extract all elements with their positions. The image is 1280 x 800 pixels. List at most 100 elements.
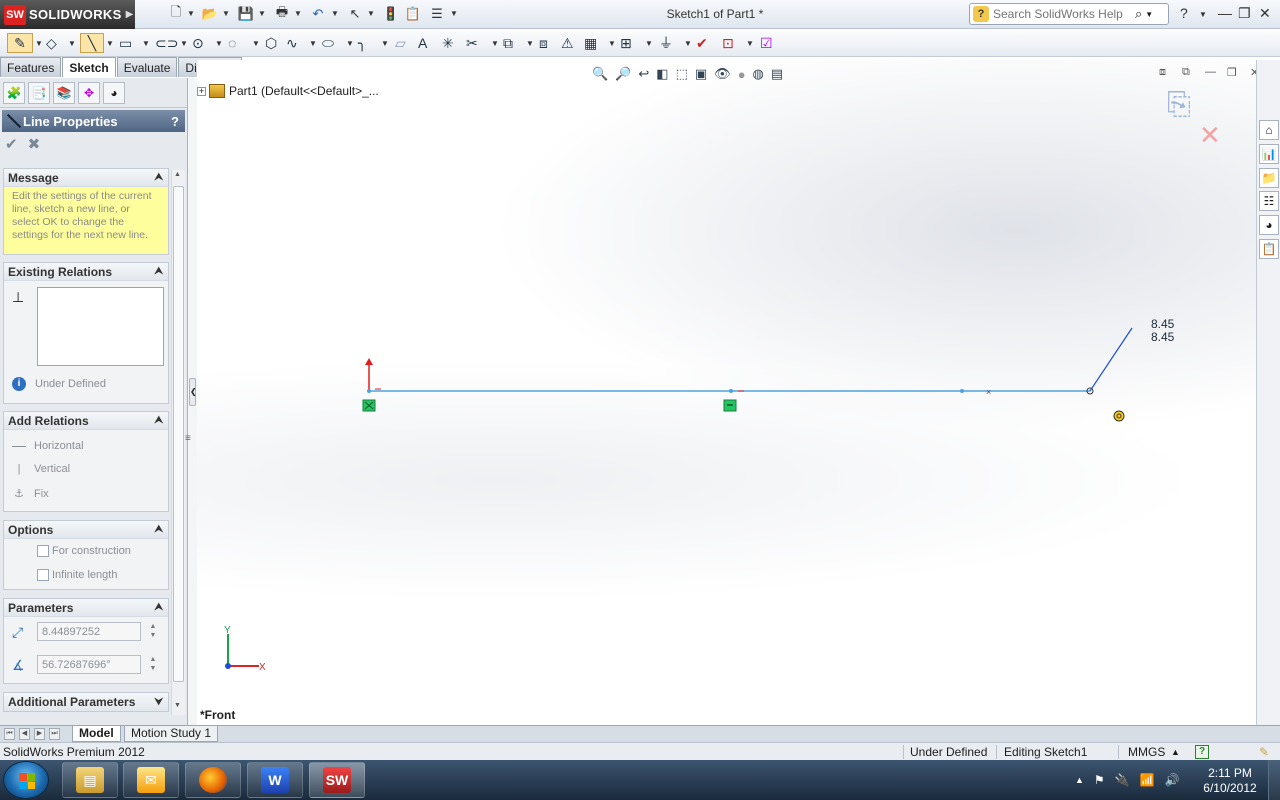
tab-evaluate[interactable]: Evaluate <box>116 57 178 77</box>
relation-horizontal[interactable]: Horizontal <box>12 440 84 452</box>
tab-model[interactable]: Model <box>72 726 121 742</box>
save-icon[interactable]: 💾 <box>237 5 255 23</box>
ellipse-dropdown-icon[interactable]: ▼ <box>344 33 354 53</box>
rebuild-traffic-light-icon[interactable]: 🚦 <box>382 5 400 23</box>
angle-field[interactable]: 56.72687696° <box>37 655 141 674</box>
help-search-box[interactable]: ? ⌕ ▼ <box>969 3 1169 25</box>
first-tab-icon[interactable]: ⏮ <box>4 728 15 740</box>
collapse-chevron-icon[interactable]: ⮝ <box>155 602 164 613</box>
power-icon[interactable]: 🔌 <box>1115 773 1130 787</box>
show-hidden-icons-icon[interactable]: ▲ <box>1075 775 1084 785</box>
panel-splitter[interactable]: ❮ ≡ <box>185 78 197 725</box>
open-folder-icon[interactable]: 📂 <box>201 5 219 23</box>
close-icon[interactable]: ✕ <box>1259 5 1271 22</box>
polygon-tool-icon[interactable]: ⬡ <box>265 33 277 53</box>
property-manager-icon[interactable]: 📑 <box>28 81 50 104</box>
action-center-flag-icon[interactable]: ⚑ <box>1094 773 1105 787</box>
convert-entities-icon[interactable]: ⧉ <box>503 33 513 53</box>
print-icon[interactable]: 🖶 <box>273 4 291 23</box>
existing-relations-list[interactable] <box>37 287 164 366</box>
tab-sketch[interactable]: Sketch <box>62 57 116 77</box>
undo-icon[interactable]: ↶ <box>309 5 327 23</box>
new-document-icon[interactable]: 🗋 <box>167 4 185 23</box>
search-icon[interactable]: ⌕ <box>1135 6 1142 22</box>
ellipse-tool-icon[interactable]: ⬭ <box>322 33 334 53</box>
mirror-entities-icon[interactable]: ⚠ <box>561 33 574 53</box>
last-tab-icon[interactable]: ⏭ <box>49 728 60 740</box>
start-button[interactable] <box>3 761 49 799</box>
undo-dropdown-icon[interactable]: ▼ <box>331 9 339 18</box>
additional-parameters-group[interactable]: Additional Parameters ⮟ <box>3 692 169 712</box>
taskbar-word[interactable]: W <box>247 762 303 798</box>
relation-fix[interactable]: ⚓ Fix <box>12 487 49 500</box>
custom-properties-icon[interactable]: 📋 <box>1259 239 1279 259</box>
repair-sketch-icon[interactable]: ✔ <box>696 33 708 53</box>
unit-system[interactable]: MMGS <box>1128 745 1165 759</box>
pm-help-button[interactable]: ? <box>171 114 179 129</box>
add-relations-header[interactable]: Add Relations ⮝ <box>4 412 168 430</box>
existing-relations-header[interactable]: Existing Relations ⮝ <box>4 263 168 281</box>
splitter-grip-icon[interactable]: ≡ <box>185 433 191 444</box>
help-dropdown-icon[interactable]: ▼ <box>1199 10 1207 19</box>
select-dropdown-icon[interactable]: ▼ <box>367 9 375 18</box>
cancel-x-icon[interactable]: ✖ <box>28 135 41 153</box>
slot-dropdown-icon[interactable]: ▼ <box>178 33 188 53</box>
quick-snaps-icon[interactable]: ⊡ <box>722 33 734 53</box>
options-icon[interactable]: ☰ <box>428 5 446 23</box>
slot-tool-icon[interactable]: ⊂⊃ <box>155 33 178 53</box>
options-dropdown-icon[interactable]: ▼ <box>450 9 458 18</box>
snaps-dropdown-icon[interactable]: ▼ <box>744 33 754 53</box>
file-properties-icon[interactable]: 📋 <box>404 5 422 23</box>
additional-parameters-header[interactable]: Additional Parameters ⮟ <box>4 693 168 711</box>
options-header[interactable]: Options ⮝ <box>4 521 168 539</box>
line-point[interactable] <box>960 389 964 393</box>
for-construction-checkbox[interactable] <box>37 545 49 558</box>
solidworks-menu-button[interactable]: SW SOLIDWORKS ▶ <box>0 0 135 29</box>
minimize-icon[interactable]: — <box>1218 5 1232 21</box>
trim-entities-icon[interactable]: ✂ <box>466 33 478 53</box>
linear-pattern-icon[interactable]: ▦ <box>584 33 597 53</box>
display-manager-icon[interactable]: ◕ <box>103 81 125 104</box>
solidworks-resources-icon[interactable]: ⌂ <box>1259 120 1279 140</box>
search-results-icon[interactable]: ☷ <box>1259 191 1279 211</box>
line-dropdown-icon[interactable]: ▼ <box>104 33 114 53</box>
taskbar-solidworks[interactable]: SW <box>309 762 365 798</box>
new-dropdown-icon[interactable]: ▼ <box>187 9 195 18</box>
trim-dropdown-icon[interactable]: ▼ <box>489 33 499 53</box>
save-dropdown-icon[interactable]: ▼ <box>258 9 266 18</box>
for-construction-option[interactable]: For construction <box>37 545 131 558</box>
network-signal-icon[interactable]: 📶 <box>1140 773 1155 787</box>
panel-scrollbar[interactable]: ▲ ▼ <box>171 170 185 715</box>
sketch-dropdown-icon[interactable]: ▼ <box>33 33 43 53</box>
sketch-icon[interactable]: ✎ <box>7 33 33 53</box>
open-dropdown-icon[interactable]: ▼ <box>222 9 230 18</box>
units-menu-icon[interactable]: ▲ <box>1171 747 1180 757</box>
arc-dropdown-icon[interactable]: ▼ <box>250 33 260 53</box>
relations-dropdown-icon[interactable]: ▼ <box>682 33 692 53</box>
infinite-length-option[interactable]: Infinite length <box>37 569 117 582</box>
length-spinner[interactable]: ▲ ▼ <box>146 622 160 641</box>
point-tool-icon[interactable]: ✳ <box>442 33 454 53</box>
display-relations-icon[interactable]: ⏚ <box>659 33 673 53</box>
cancel-sketch-icon[interactable]: ✕ <box>1199 120 1221 151</box>
smart-dimension-icon[interactable]: ◇ <box>46 33 57 53</box>
clock[interactable]: 2:11 PM 6/10/2012 <box>1195 766 1265 796</box>
scroll-thumb[interactable] <box>173 186 184 682</box>
quick-tips-button[interactable]: ? <box>1195 745 1209 759</box>
ok-check-icon[interactable]: ✔ <box>5 135 18 153</box>
plane-tool-icon[interactable]: ▱ <box>395 33 406 53</box>
message-group-header[interactable]: Message ⮝ <box>4 169 168 187</box>
fillet-dropdown-icon[interactable]: ▼ <box>379 33 389 53</box>
collapse-chevron-icon[interactable]: ⮝ <box>155 172 164 183</box>
offset-entities-icon[interactable]: ⧈ <box>539 33 548 53</box>
collapse-chevron-icon[interactable]: ⮝ <box>155 415 164 426</box>
circle-dropdown-icon[interactable]: ▼ <box>213 33 223 53</box>
next-tab-icon[interactable]: ▶ <box>34 728 45 740</box>
line-mid-point[interactable] <box>729 389 733 393</box>
taskbar-explorer[interactable]: ▤ <box>62 762 118 798</box>
length-field[interactable]: 8.44897252 <box>37 622 141 641</box>
spline-dropdown-icon[interactable]: ▼ <box>307 33 317 53</box>
rapid-sketch-icon[interactable]: ☑ <box>760 33 773 53</box>
line-start-point[interactable] <box>367 389 371 393</box>
collapse-chevron-icon[interactable]: ⮝ <box>155 266 164 277</box>
